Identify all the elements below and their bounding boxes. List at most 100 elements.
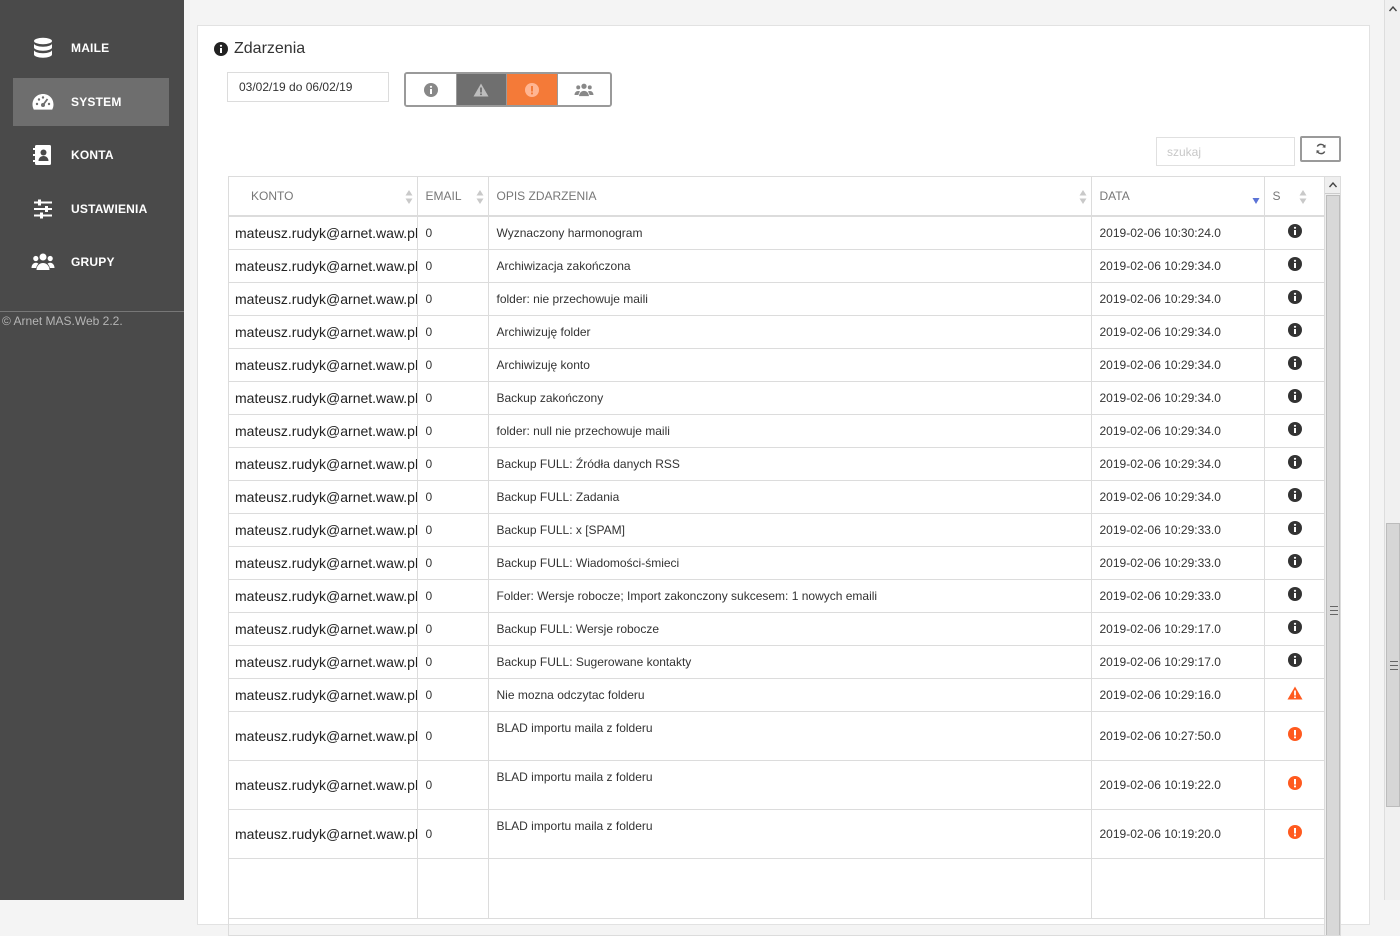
info-icon xyxy=(1287,521,1302,535)
date-range-input[interactable]: 03/02/19 do 06/02/19 xyxy=(227,72,389,102)
page-scroll-up-button[interactable] xyxy=(1385,0,1400,17)
column-header-label: OPIS ZDARZENIA xyxy=(496,189,597,203)
warning-icon xyxy=(1287,686,1302,700)
cell-data: 2019-02-06 10:29:34.0 xyxy=(1091,414,1265,448)
table-row[interactable]: mateusz.rudyk@arnet.waw.pl 0 BLAD importu … xyxy=(229,711,1326,761)
cell-opis: BLAD importu maila z folderu xyxy=(488,760,1092,810)
sidebar-item-konta[interactable]: KONTA xyxy=(13,131,169,179)
table-scrollbar[interactable] xyxy=(1324,177,1340,935)
cell-konto: mateusz.rudyk@arnet.waw.pl xyxy=(229,249,418,283)
info-icon xyxy=(1287,356,1302,370)
cell-data: 2019-02-06 10:29:34.0 xyxy=(1091,282,1265,316)
sidebar-item-grupy[interactable]: GRUPY xyxy=(13,238,169,286)
table-row[interactable]: mateusz.rudyk@arnet.waw.pl 0 Wyznaczony ha… xyxy=(229,216,1326,250)
sidebar-item-label: USTAWIENIA xyxy=(71,202,148,216)
table-row[interactable]: mateusz.rudyk@arnet.waw.pl 0 Backup FULL: … xyxy=(229,645,1326,679)
column-header-label: S xyxy=(1272,189,1281,203)
sort-icon xyxy=(405,190,412,204)
table-header-row: KONTO EMAIL OPIS ZDARZENIA DATA S xyxy=(229,177,1326,217)
sidebar-item-ustawienia[interactable]: USTAWIENIA xyxy=(13,185,169,233)
table-row[interactable]: mateusz.rudyk@arnet.waw.pl 0 Backup FULL: … xyxy=(229,513,1326,547)
column-header-email[interactable]: EMAIL xyxy=(417,177,489,217)
cell-data: 2019-02-06 10:29:33.0 xyxy=(1091,579,1265,613)
sidebar-item-label: KONTA xyxy=(71,148,114,162)
cell-email: 0 xyxy=(417,809,489,859)
address-book-icon xyxy=(33,145,51,165)
cell-data: 2019-02-06 10:29:17.0 xyxy=(1091,612,1265,646)
column-header-opis[interactable]: OPIS ZDARZENIA xyxy=(488,177,1092,217)
sort-icon xyxy=(1079,190,1086,204)
cell-opis: Backup FULL: x [SPAM] xyxy=(488,513,1092,547)
filter-error-button[interactable] xyxy=(507,74,558,105)
scroll-up-button[interactable] xyxy=(1325,177,1340,194)
cell-data: 2019-02-06 10:29:16.0 xyxy=(1091,678,1265,712)
cell-email: 0 xyxy=(417,282,489,316)
dashboard-icon xyxy=(32,94,54,110)
cell-status xyxy=(1264,414,1326,448)
column-header-label: KONTO xyxy=(251,189,294,203)
table-row[interactable]: mateusz.rudyk@arnet.waw.pl 0 Backup FULL: … xyxy=(229,480,1326,514)
table-row[interactable]: mateusz.rudyk@arnet.waw.pl 0 Nie mozna odc… xyxy=(229,678,1326,712)
cell-data: 2019-02-06 10:19:20.0 xyxy=(1091,809,1265,859)
refresh-button[interactable] xyxy=(1300,136,1341,162)
sort-desc-icon xyxy=(1252,198,1259,204)
info-icon xyxy=(1287,389,1302,403)
cell-email: 0 xyxy=(417,414,489,448)
cell-email: 0 xyxy=(417,348,489,382)
search-input[interactable] xyxy=(1156,137,1295,166)
cell-email: 0 xyxy=(417,678,489,712)
cell-email: 0 xyxy=(417,645,489,679)
cell-data: 2019-02-06 10:29:34.0 xyxy=(1091,447,1265,481)
filter-info-button[interactable] xyxy=(406,74,457,105)
table-row[interactable]: mateusz.rudyk@arnet.waw.pl 0 BLAD importu … xyxy=(229,760,1326,810)
column-header-label: EMAIL xyxy=(425,189,462,203)
cell-status xyxy=(1264,546,1326,580)
info-icon xyxy=(1287,224,1302,239)
cell-email: 0 xyxy=(417,315,489,349)
page-scrollbar-thumb[interactable] xyxy=(1386,523,1400,807)
table-row[interactable]: mateusz.rudyk@arnet.waw.pl 0 folder: nie p… xyxy=(229,282,1326,316)
error-icon xyxy=(1287,825,1302,839)
filter-warning-button[interactable] xyxy=(456,74,507,105)
page-scrollbar[interactable] xyxy=(1384,0,1400,900)
cell-konto: mateusz.rudyk@arnet.waw.pl xyxy=(229,678,418,712)
table-row[interactable]: mateusz.rudyk@arnet.waw.pl 0 Folder: Wersj… xyxy=(229,579,1326,613)
table-row[interactable]: mateusz.rudyk@arnet.waw.pl 0 Backup FULL: … xyxy=(229,546,1326,580)
cell-konto: mateusz.rudyk@arnet.waw.pl xyxy=(229,282,418,316)
cell-email: 0 xyxy=(417,546,489,580)
table-row[interactable]: mateusz.rudyk@arnet.waw.pl 0 Backup zakońc… xyxy=(229,381,1326,415)
cell-konto: mateusz.rudyk@arnet.waw.pl xyxy=(229,546,418,580)
cell-status xyxy=(1264,678,1326,712)
table-row[interactable]: mateusz.rudyk@arnet.waw.pl 0 Archiwizacja … xyxy=(229,249,1326,283)
sidebar-item-maile[interactable]: MAILE xyxy=(13,24,169,72)
table-row[interactable]: mateusz.rudyk@arnet.waw.pl 0 Archiwizuję k… xyxy=(229,348,1326,382)
table-row[interactable]: mateusz.rudyk@arnet.waw.pl 0 folder: null … xyxy=(229,414,1326,448)
warning-icon xyxy=(473,83,489,96)
table-row[interactable]: mateusz.rudyk@arnet.waw.pl 0 BLAD importu … xyxy=(229,809,1326,859)
database-icon xyxy=(34,37,52,58)
cell-opis: Archiwizuję folder xyxy=(488,315,1092,349)
severity-filter-group xyxy=(404,72,612,107)
table-row[interactable]: mateusz.rudyk@arnet.waw.pl 0 Backup FULL: … xyxy=(229,612,1326,646)
filter-users-button[interactable] xyxy=(557,74,610,105)
cell-data: 2019-02-06 10:29:34.0 xyxy=(1091,249,1265,283)
column-header-s[interactable]: S xyxy=(1264,177,1326,217)
sidebar-item-system[interactable]: SYSTEM xyxy=(13,78,169,126)
info-icon xyxy=(1287,587,1302,601)
info-icon xyxy=(1287,290,1302,304)
users-icon xyxy=(31,253,55,270)
cell-konto: mateusz.rudyk@arnet.waw.pl xyxy=(229,414,418,448)
cell-data: 2019-02-06 10:29:34.0 xyxy=(1091,381,1265,415)
cell-email: 0 xyxy=(417,760,489,810)
info-icon xyxy=(214,42,228,56)
column-header-konto[interactable]: KONTO xyxy=(229,177,418,217)
cell-konto: mateusz.rudyk@arnet.waw.pl xyxy=(229,216,418,250)
info-icon xyxy=(1287,554,1302,568)
table-scrollbar-thumb[interactable] xyxy=(1326,195,1340,935)
table-row[interactable]: mateusz.rudyk@arnet.waw.pl 0 Archiwizuję f… xyxy=(229,315,1326,349)
cell-konto: mateusz.rudyk@arnet.waw.pl xyxy=(229,480,418,514)
table-row[interactable]: mateusz.rudyk@arnet.waw.pl 0 Backup FULL: … xyxy=(229,447,1326,481)
column-header-data[interactable]: DATA xyxy=(1091,177,1265,217)
error-icon xyxy=(1287,727,1302,741)
cell-status xyxy=(1264,513,1326,547)
